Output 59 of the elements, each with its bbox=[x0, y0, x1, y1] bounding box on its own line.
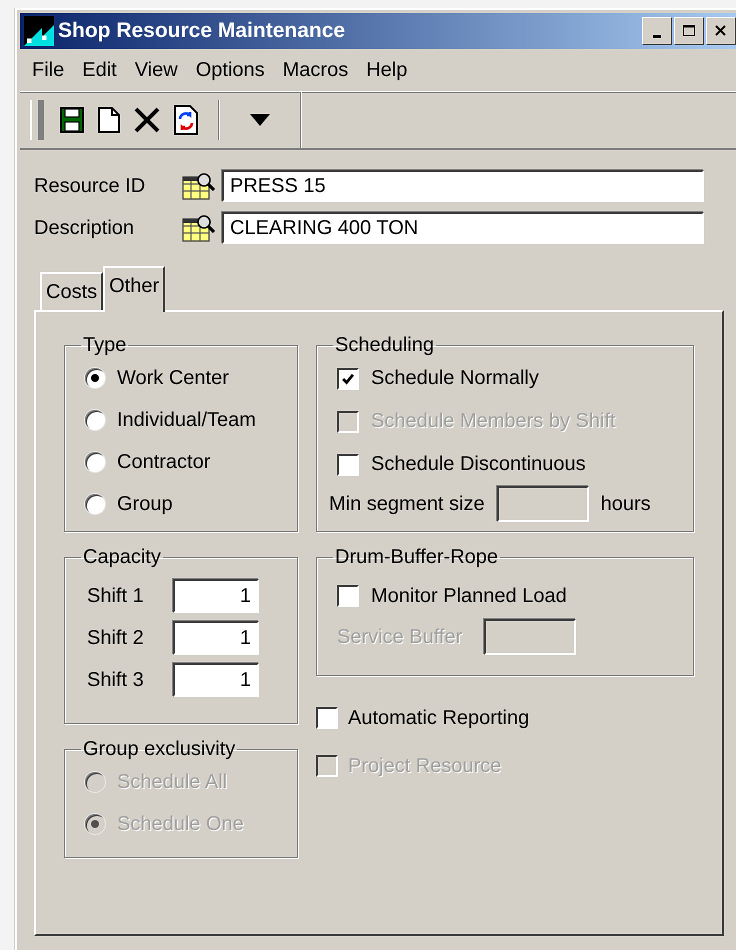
maximize-button[interactable] bbox=[674, 17, 704, 45]
text-field[interactable]: PRESS 15 bbox=[222, 170, 704, 202]
field-label: Description bbox=[34, 216, 136, 240]
menu-item[interactable]: File bbox=[26, 58, 76, 82]
checkbox-label: Schedule Discontinuous bbox=[371, 453, 586, 476]
field-label: Resource ID bbox=[34, 174, 146, 198]
number-field[interactable] bbox=[484, 619, 576, 655]
group-title: Scheduling bbox=[334, 334, 435, 357]
new-document-icon[interactable] bbox=[96, 105, 122, 135]
lookup-icon[interactable] bbox=[182, 214, 216, 242]
number-field[interactable] bbox=[496, 486, 589, 522]
radio-button[interactable] bbox=[85, 410, 105, 430]
field-label: Shift 1 bbox=[87, 584, 145, 608]
unit-label: hours bbox=[600, 492, 651, 516]
minimize-icon bbox=[653, 34, 661, 38]
delete-icon[interactable] bbox=[132, 105, 162, 135]
menu-item[interactable]: Edit bbox=[76, 58, 129, 82]
radio-label: Group bbox=[117, 492, 173, 516]
menu-item[interactable]: View bbox=[128, 58, 190, 82]
radio-button[interactable] bbox=[85, 494, 105, 514]
dropdown-arrow-icon[interactable] bbox=[248, 112, 272, 128]
tab[interactable]: Other bbox=[103, 266, 166, 312]
maximize-icon bbox=[682, 24, 696, 38]
lookup-icon[interactable] bbox=[182, 172, 216, 200]
checkbox[interactable] bbox=[337, 585, 359, 607]
field-label: Shift 3 bbox=[87, 668, 145, 692]
menu-item[interactable]: Macros bbox=[276, 58, 360, 82]
group-title: Group exclusivity bbox=[82, 738, 236, 761]
checkbox-label: Automatic Reporting bbox=[348, 706, 530, 730]
radio-button[interactable] bbox=[85, 368, 105, 388]
checkbox[interactable] bbox=[337, 454, 359, 476]
checkbox[interactable] bbox=[316, 707, 338, 729]
save-icon[interactable] bbox=[58, 105, 86, 135]
radio-button[interactable] bbox=[85, 452, 105, 472]
menu-item[interactable]: Options bbox=[190, 58, 277, 82]
text-field[interactable]: CLEARING 400 TON bbox=[222, 212, 704, 244]
group-title: Capacity bbox=[82, 546, 162, 569]
refresh-document-icon[interactable] bbox=[172, 103, 200, 137]
radio-label: Work Center bbox=[117, 366, 229, 390]
field-label: Min segment size bbox=[329, 492, 485, 516]
tab[interactable]: Costs bbox=[40, 272, 104, 310]
number-field[interactable]: 1 bbox=[173, 621, 259, 655]
close-button[interactable] bbox=[706, 17, 736, 45]
window-title: Shop Resource Maintenance bbox=[58, 19, 346, 43]
checkbox-label: Schedule Normally bbox=[371, 367, 539, 390]
radio-label: Individual/Team bbox=[117, 408, 256, 432]
checkbox-label: Monitor Planned Load bbox=[371, 584, 567, 608]
menu-item[interactable]: Help bbox=[360, 58, 420, 82]
group-title: Drum-Buffer-Rope bbox=[334, 546, 500, 569]
group-title: Type bbox=[82, 334, 128, 357]
radio-label: Contractor bbox=[117, 450, 210, 474]
number-field[interactable]: 1 bbox=[173, 663, 259, 697]
checkbox[interactable] bbox=[337, 368, 359, 390]
check-mark-icon bbox=[341, 372, 355, 386]
number-field[interactable]: 1 bbox=[173, 579, 259, 613]
app-icon bbox=[22, 16, 56, 46]
minimize-button[interactable] bbox=[642, 17, 672, 45]
close-icon bbox=[714, 24, 728, 38]
field-label: Shift 2 bbox=[87, 626, 145, 650]
